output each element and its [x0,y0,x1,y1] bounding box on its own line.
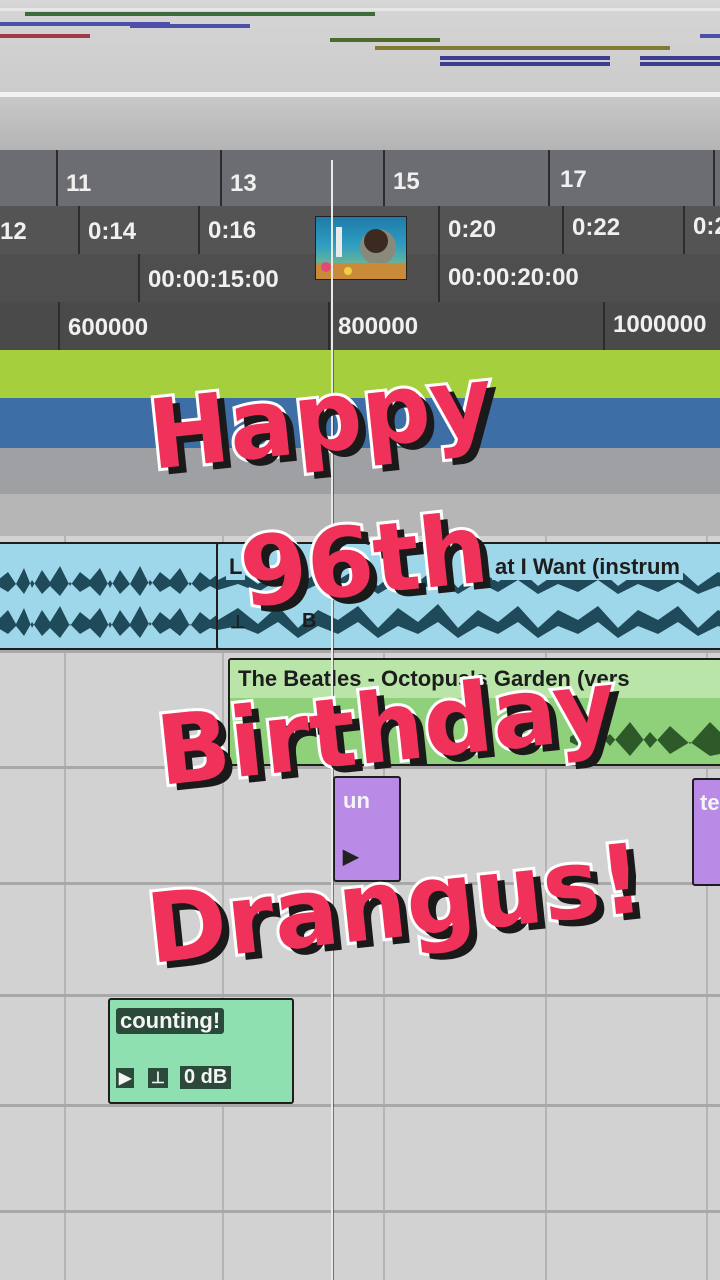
overview-line [440,62,610,66]
overview-line [640,56,720,60]
track-divider [0,994,720,997]
timecode-label: 00:00:15:00 [148,266,279,293]
time-label: 0:14 [88,218,137,245]
ruler-tick [548,150,550,206]
overview-line [640,62,720,66]
track-divider [0,1104,720,1107]
overview-line [700,34,720,38]
overview-line [130,24,250,28]
clip-gain-value: 0 dB [180,1066,232,1089]
clip-name: at I Want (instrum [492,554,683,580]
clip-name: un [343,788,370,813]
ruler-tick [220,150,222,206]
bar-label: 13 [230,170,257,197]
time-label: 12 [0,218,27,245]
audio-clip-counting[interactable]: counting! ▶ ⊥ 0 dB [108,998,294,1104]
ruler-tick [438,254,440,302]
clip-gain-icon[interactable]: ⊥ [230,612,246,633]
overview-line [0,34,90,38]
ruler-tick [58,302,60,350]
ruler-tick [683,206,685,254]
bars-beats-ruler[interactable]: 11 13 15 17 [0,150,720,208]
bar-label: 17 [560,166,587,193]
overview-line [330,38,440,42]
ruler-tick [438,206,440,254]
timecode-label: 00:00:20:00 [448,264,579,291]
samples-ruler[interactable]: 600000 800000 1000000 [0,302,720,352]
samples-label: 600000 [68,314,149,341]
overview-line [25,12,375,16]
overview-line [440,56,610,60]
clip-play-icon[interactable]: ▶ [116,1068,135,1088]
overview-line [375,46,670,50]
bar-label: 11 [66,170,92,197]
track-divider [0,650,720,653]
audio-clip[interactable] [0,542,220,650]
ruler-tick [138,254,140,302]
ruler-tick [328,302,330,350]
clip-gain-icon[interactable]: ⊥ [148,1068,168,1088]
midi-clip[interactable]: te [692,778,720,886]
ruler-tick [603,302,605,350]
time-label: 0:2 [693,213,720,240]
clip-name: te [700,790,720,815]
samples-label: 800000 [338,313,419,340]
samples-label: 1000000 [613,311,707,338]
track-divider [0,1210,720,1213]
ruler-tick [56,150,58,206]
playhead-shadow [333,350,334,1280]
ruler-tick [383,150,385,206]
overview-line [0,8,720,11]
ruler-tick [713,150,715,206]
video-thumbnail[interactable] [315,216,407,280]
clip-name: counting! [116,1008,225,1034]
overview-bottom [0,97,720,150]
time-label: 0:20 [448,216,497,243]
time-label: 0:16 [208,217,257,244]
bar-label: 15 [393,168,420,195]
ruler-tick [78,206,80,254]
ruler-tick [198,206,200,254]
video-frame-image [316,227,406,279]
ruler-tick [562,206,564,254]
time-label: 0:22 [572,214,621,241]
waveform [0,566,218,638]
